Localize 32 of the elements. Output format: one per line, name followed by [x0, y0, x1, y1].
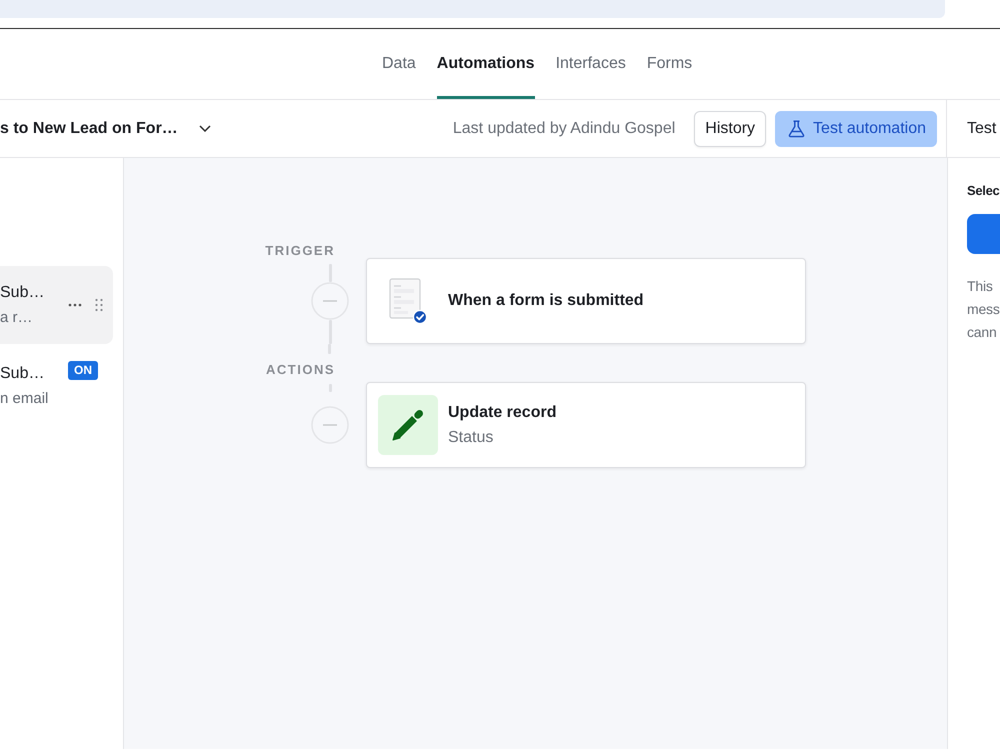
automation-title: Sub…: [0, 283, 44, 303]
automation-description: a r…: [0, 308, 33, 328]
automation-item[interactable]: Sub… a r…: [0, 266, 113, 344]
chevron-down-icon[interactable]: [198, 125, 211, 132]
status-badge: ON: [68, 361, 98, 380]
panel-button[interactable]: [967, 214, 1000, 254]
step-card[interactable]: When a form is submitted: [366, 258, 806, 344]
automation-description: n email: [0, 389, 48, 409]
pencil-icon: [378, 395, 438, 455]
section-label: TRIGGER: [265, 243, 336, 258]
section-label: ACTIONS: [266, 362, 336, 377]
nav-tab[interactable]: Interfaces: [556, 29, 626, 99]
test-automation-button[interactable]: Test automation: [775, 110, 937, 146]
flask-icon: [788, 120, 806, 138]
description-text: This mess cann: [967, 277, 1000, 342]
step-subtitle: Status: [448, 428, 494, 448]
panel-header: Test: [967, 120, 996, 138]
step-title: When a form is submitted: [448, 291, 644, 311]
step-title: Update record: [448, 402, 556, 422]
nav-tab[interactable]: Data: [382, 29, 416, 99]
automation-name: s to New Lead on For…: [0, 120, 178, 138]
history-button[interactable]: History: [694, 110, 766, 146]
section-title: Selec: [967, 182, 1000, 200]
drag-handle-icon[interactable]: [95, 298, 103, 312]
last-updated-text: Last updated by Adindu Gospel: [452, 120, 676, 138]
more-icon[interactable]: [68, 303, 82, 307]
nav-tab[interactable]: Automations: [436, 29, 535, 99]
automation-title: Sub…: [0, 364, 44, 384]
nav-tab[interactable]: Forms: [646, 29, 692, 99]
form-document-icon: [389, 278, 427, 324]
step-card[interactable]: Update record Status: [366, 382, 806, 468]
automation-item[interactable]: Sub… n email ON: [0, 347, 113, 425]
